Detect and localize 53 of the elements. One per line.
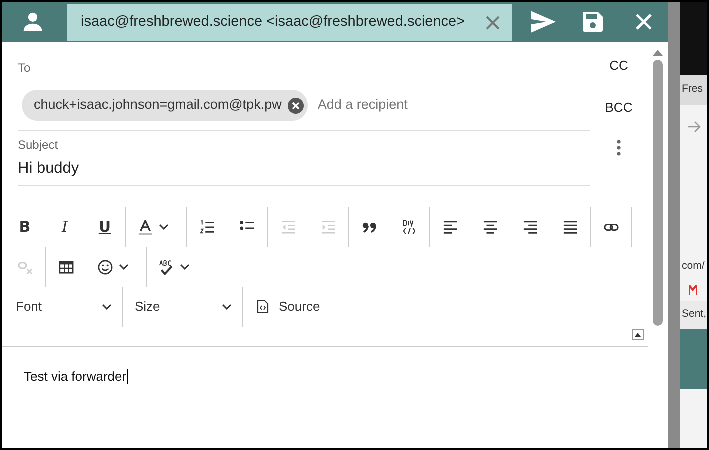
remove-icon[interactable] bbox=[288, 98, 304, 114]
sender-address: isaac@freshbrewed.science <isaac@freshbrewed.science> bbox=[81, 12, 466, 32]
message-body[interactable]: Test via forwarder bbox=[24, 369, 127, 384]
scroll-up-icon[interactable] bbox=[653, 50, 663, 56]
caret-icon bbox=[222, 304, 232, 310]
collapse-button[interactable] bbox=[632, 329, 644, 340]
tab-text: Sent, bbox=[682, 307, 707, 322]
outdent-icon bbox=[280, 220, 296, 234]
caret-icon bbox=[119, 264, 129, 270]
tab-text: com/ bbox=[682, 259, 705, 274]
align-left-icon bbox=[442, 220, 458, 234]
mail-icon bbox=[689, 285, 697, 295]
caret-icon bbox=[159, 224, 169, 230]
unlink-icon bbox=[18, 260, 32, 274]
smiley-face-icon bbox=[98, 260, 113, 274]
justify-icon bbox=[562, 220, 578, 234]
more-button[interactable] bbox=[617, 137, 621, 156]
send-button[interactable] bbox=[531, 11, 556, 33]
bcc-button[interactable]: BCC bbox=[605, 98, 633, 117]
underline-button[interactable]: U bbox=[85, 207, 125, 247]
triangle-up-icon bbox=[635, 332, 641, 336]
subject-field[interactable]: Hi buddy bbox=[18, 160, 80, 177]
numbered-list-icon bbox=[200, 220, 214, 234]
recipient-chip[interactable]: chuck+isaac.johnson=gmail.com@tpk.pw bbox=[22, 90, 308, 121]
font-dropdown[interactable]: Font bbox=[4, 287, 122, 327]
tab-text: Fres bbox=[682, 82, 703, 98]
spell-check-icon bbox=[159, 260, 174, 274]
to-label: To bbox=[18, 60, 31, 77]
source-button[interactable]: Source bbox=[243, 287, 330, 327]
bold-button[interactable]: B bbox=[5, 207, 45, 247]
recipient-field[interactable]: Add a recipient bbox=[316, 94, 516, 117]
page-banner bbox=[680, 329, 707, 389]
div-container-icon bbox=[402, 220, 416, 234]
close-icon[interactable] bbox=[486, 16, 500, 30]
caret-icon bbox=[180, 264, 190, 270]
indent-icon bbox=[320, 220, 336, 234]
close-button[interactable] bbox=[636, 14, 652, 30]
subject-label: Subject bbox=[18, 137, 58, 154]
arrow-icon bbox=[688, 121, 702, 133]
align-center-icon bbox=[482, 220, 498, 234]
scrollbar-thumb[interactable] bbox=[653, 60, 663, 326]
caret-icon bbox=[102, 304, 112, 310]
source-code-icon bbox=[257, 300, 269, 314]
align-right-icon bbox=[522, 220, 538, 234]
cc-button[interactable]: CC bbox=[610, 56, 628, 76]
save-button[interactable] bbox=[583, 12, 603, 32]
italic-button[interactable]: I bbox=[45, 207, 85, 247]
size-dropdown[interactable]: Size bbox=[123, 287, 242, 327]
text-color-icon bbox=[138, 220, 153, 234]
contact-icon bbox=[22, 11, 44, 33]
table-icon bbox=[58, 260, 74, 274]
sender-tab[interactable]: isaac@freshbrewed.science <isaac@freshbrewed.science> bbox=[67, 4, 512, 41]
text-cursor bbox=[126, 369, 128, 384]
